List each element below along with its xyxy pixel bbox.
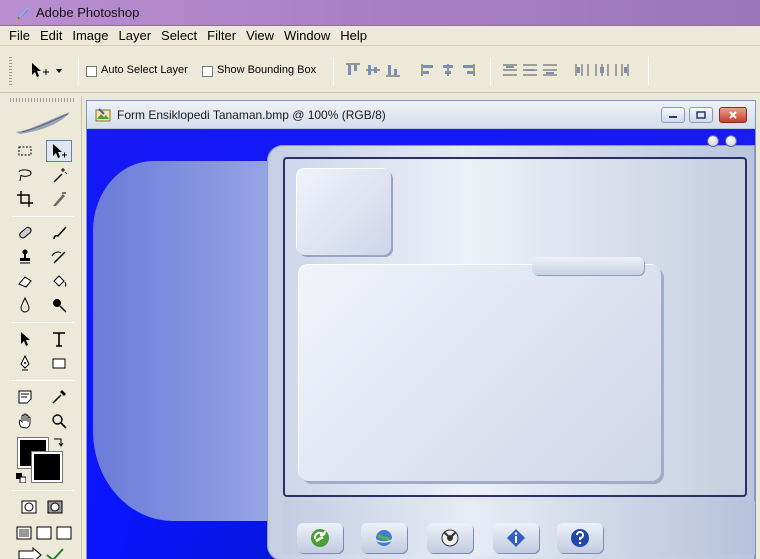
menu-file[interactable]: File [4, 27, 35, 44]
align-bottom-edges-icon[interactable] [385, 63, 401, 77]
eyedropper-tool[interactable] [46, 386, 72, 408]
menu-layer[interactable]: Layer [114, 27, 157, 44]
form-close-icon [725, 135, 737, 147]
refresh-icon [311, 529, 329, 547]
blur-tool[interactable] [12, 294, 38, 316]
globe-icon [374, 530, 394, 546]
jump-to-imageready-icon[interactable] [12, 544, 78, 559]
default-colors-icon[interactable] [16, 472, 27, 484]
notes-tool[interactable] [12, 386, 38, 408]
brush-tool[interactable] [46, 222, 72, 244]
align-horizontal-centers-icon[interactable] [440, 63, 456, 77]
hand-tool[interactable] [12, 410, 38, 432]
toolbox-divider [12, 490, 74, 491]
menu-select[interactable]: Select [156, 27, 202, 44]
distribute-top-edges-icon[interactable] [502, 63, 518, 77]
lasso-tool[interactable] [12, 164, 38, 186]
document-window: Form Ensiklopedi Tanaman.bmp @ 100% (RGB… [86, 100, 756, 559]
align-right-edges-icon[interactable] [460, 63, 476, 77]
close-button[interactable] [719, 107, 747, 123]
menu-image[interactable]: Image [67, 27, 113, 44]
form-main-panel [299, 265, 661, 481]
form-image-panel [297, 169, 391, 255]
maximize-button[interactable] [689, 107, 713, 123]
media-icon [441, 529, 459, 547]
slice-tool[interactable] [46, 188, 72, 210]
menu-edit[interactable]: Edit [35, 27, 67, 44]
menu-view[interactable]: View [241, 27, 279, 44]
app-title: Adobe Photoshop [36, 5, 140, 20]
photoshop-app: Adobe Photoshop File Edit Image Layer Se… [0, 0, 760, 559]
bmp-file-icon [95, 107, 111, 123]
options-bar-grip[interactable] [9, 57, 12, 85]
photoshop-feather-logo[interactable] [12, 108, 74, 136]
form-help-button [557, 523, 603, 553]
document-canvas[interactable] [87, 129, 755, 559]
screen-mode-buttons[interactable] [12, 522, 78, 544]
align-top-edges-icon[interactable] [345, 63, 361, 77]
rectangle-tool[interactable] [46, 352, 72, 374]
type-tool[interactable] [46, 328, 72, 350]
menu-help[interactable]: Help [335, 27, 372, 44]
form-info-button [493, 523, 539, 553]
align-left-edges-icon[interactable] [420, 63, 436, 77]
distribute-horizontal-centers-icon[interactable] [594, 63, 610, 77]
app-titlebar: Adobe Photoshop [0, 0, 760, 26]
clone-stamp-tool[interactable] [12, 246, 38, 268]
zoom-tool[interactable] [46, 410, 72, 432]
form-panel-tab [532, 257, 644, 275]
separator [78, 57, 79, 85]
path-selection-tool[interactable] [12, 328, 38, 350]
menu-bar: File Edit Image Layer Select Filter View… [0, 26, 760, 46]
move-tool[interactable] [46, 140, 72, 162]
distribute-left-edges-icon[interactable] [574, 63, 590, 77]
menu-window[interactable]: Window [279, 27, 335, 44]
options-bar: Auto Select Layer Show Bounding Box [0, 47, 760, 93]
toolbox-divider [12, 216, 74, 217]
dodge-tool[interactable] [46, 294, 72, 316]
document-titlebar[interactable]: Form Ensiklopedi Tanaman.bmp @ 100% (RGB… [87, 101, 755, 129]
form-refresh-button [297, 523, 343, 553]
auto-select-layer-checkbox[interactable] [86, 66, 97, 77]
separator [333, 57, 334, 85]
toolbox-grip[interactable] [10, 98, 74, 102]
crop-tool[interactable] [12, 188, 38, 210]
form-minimize-icon [707, 135, 719, 147]
distribute-right-edges-icon[interactable] [614, 63, 630, 77]
form-media-button [427, 523, 473, 553]
toolbox-divider [12, 322, 74, 323]
menu-filter[interactable]: Filter [202, 27, 241, 44]
show-bounding-box-label: Show Bounding Box [217, 64, 317, 76]
toolbox [2, 96, 82, 559]
form-globe-button [361, 523, 407, 553]
distribute-bottom-edges-icon[interactable] [542, 63, 558, 77]
show-bounding-box-checkbox[interactable] [202, 66, 213, 77]
healing-brush-tool[interactable] [12, 222, 38, 244]
photoshop-feather-icon [14, 5, 30, 21]
toolbox-divider [12, 380, 74, 381]
quick-mask-mode-icon[interactable] [42, 496, 68, 518]
distribute-vertical-centers-icon[interactable] [522, 63, 538, 77]
swap-colors-icon[interactable] [52, 436, 64, 448]
magic-wand-tool[interactable] [46, 164, 72, 186]
help-icon [571, 529, 589, 547]
eraser-tool[interactable] [12, 270, 38, 292]
background-color-swatch[interactable] [31, 451, 63, 483]
minimize-button[interactable] [661, 107, 685, 123]
document-title: Form Ensiklopedi Tanaman.bmp @ 100% (RGB… [117, 107, 386, 122]
align-vertical-centers-icon[interactable] [365, 63, 381, 77]
info-icon [507, 529, 525, 547]
paint-bucket-tool[interactable] [46, 270, 72, 292]
pen-tool[interactable] [12, 352, 38, 374]
separator [490, 57, 491, 85]
auto-select-layer-label: Auto Select Layer [101, 64, 188, 76]
history-brush-tool[interactable] [46, 246, 72, 268]
tool-preset-picker[interactable] [30, 61, 70, 81]
separator [648, 57, 649, 85]
marquee-tool[interactable] [12, 140, 38, 162]
standard-mode-icon[interactable] [16, 496, 42, 518]
